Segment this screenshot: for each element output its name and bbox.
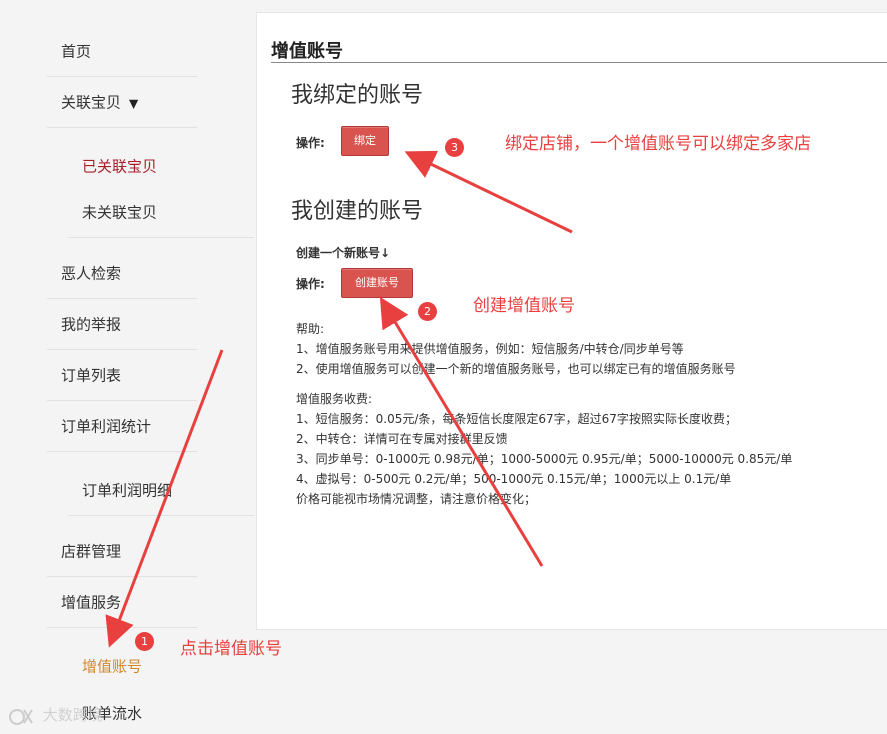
sidebar-item-linked[interactable]: 已关联宝贝 [68, 140, 254, 191]
annotation-badge-1: 1 [135, 632, 154, 651]
sidebar-item-unlinked[interactable]: 未关联宝贝 [68, 187, 254, 238]
fees-line: 1、短信服务：0.05元/条，每条短信长度限定67字，超过67字按照实际长度收费… [296, 412, 737, 426]
bind-operation-label: 操作: [296, 136, 325, 150]
watermark-text: 大数跨境 [42, 706, 103, 724]
fees-line: 2、中转仓：详情可在专属对接群里反馈 [296, 432, 508, 446]
annotation-badge-3: 3 [445, 138, 464, 157]
sidebar-item-label: 恶人检索 [61, 264, 122, 283]
sidebar: 首页 关联宝贝 ▼ 已关联宝贝 未关联宝贝 恶人检索 我的举报 订单列表 订单利润… [0, 0, 256, 734]
bind-button[interactable]: 绑定 [341, 126, 389, 156]
fees-line: 价格可能视市场情况调整，请注意价格变化； [296, 492, 537, 506]
sidebar-item-value-added-services[interactable]: 增值服务 [47, 577, 197, 628]
created-accounts-title: 我创建的账号 [291, 199, 424, 224]
sidebar-item-label: 关联宝贝 [61, 93, 122, 112]
help-line: 1、增值服务账号用来提供增值服务，例如：短信服务/中转仓/同步单号等 [296, 342, 684, 356]
sidebar-item-profit-stats[interactable]: 订单利润统计 [47, 401, 197, 452]
create-operation-label: 操作: [296, 277, 325, 291]
sidebar-item-label: 店群管理 [61, 542, 122, 561]
sidebar-item-my-reports[interactable]: 我的举报 [47, 299, 197, 350]
fees-heading: 增值服务收费: [296, 392, 373, 406]
fees-line: 3、同步单号：0-1000元 0.98元/单；1000-5000元 0.95元/… [296, 452, 793, 466]
sidebar-item-orders[interactable]: 订单列表 [47, 350, 197, 401]
sidebar-item-profit-details[interactable]: 订单利润明细 [68, 465, 254, 516]
caret-down-icon: ▼ [129, 96, 139, 111]
bound-accounts-title: 我绑定的账号 [291, 83, 424, 108]
title-divider [271, 62, 887, 63]
annotation-text-2: 创建增值账号 [473, 296, 575, 316]
sidebar-item-home[interactable]: 首页 [47, 26, 197, 77]
sidebar-item-label: 订单利润明细 [82, 481, 173, 500]
fees-section: 增值服务收费: 1、短信服务：0.05元/条，每条短信长度限定67字，超过67字… [296, 389, 792, 509]
sidebar-item-label-wrap: 关联宝贝 ▼ [61, 92, 138, 113]
sidebar-item-label: 订单列表 [61, 366, 122, 385]
watermark-logo-icon [9, 708, 33, 725]
help-heading: 帮助: [296, 322, 325, 336]
sidebar-item-label: 订单利润统计 [61, 417, 152, 436]
sidebar-item-label: 增值服务 [61, 593, 122, 612]
sidebar-item-label: 增值账号 [82, 657, 143, 675]
fees-line: 4、虚拟号：0-500元 0.2元/单；500-1000元 0.15元/单；10… [296, 472, 732, 486]
main-panel: 增值账号 我绑定的账号 操作: 绑定 我创建的账号 创建一个新账号↓ 操作: 创… [256, 12, 887, 630]
annotation-text-1: 点击增值账号 [180, 639, 282, 659]
help-line: 2、使用增值服务可以创建一个新的增值服务账号，也可以绑定已有的增值服务账号 [296, 362, 736, 376]
sidebar-item-label: 我的举报 [61, 315, 122, 334]
annotation-text-3: 绑定店铺，一个增值账号可以绑定多家店 [505, 134, 811, 154]
sidebar-item-label: 已关联宝贝 [82, 157, 158, 175]
sidebar-item-shop-group[interactable]: 店群管理 [47, 526, 197, 577]
annotation-badge-2: 2 [418, 302, 437, 321]
page-title: 增值账号 [271, 41, 343, 62]
create-new-account-label: 创建一个新账号↓ [296, 246, 391, 260]
sidebar-item-label: 首页 [61, 42, 92, 61]
help-section: 帮助: 1、增值服务账号用来提供增值服务，例如：短信服务/中转仓/同步单号等 2… [296, 319, 736, 379]
create-account-button[interactable]: 创建账号 [341, 268, 413, 298]
sidebar-item-linked-products[interactable]: 关联宝贝 ▼ [47, 77, 197, 128]
sidebar-item-label: 未关联宝贝 [82, 203, 158, 222]
watermark: 大数跨境 [8, 704, 103, 727]
sidebar-item-bad-buyer-search[interactable]: 恶人检索 [47, 248, 197, 299]
